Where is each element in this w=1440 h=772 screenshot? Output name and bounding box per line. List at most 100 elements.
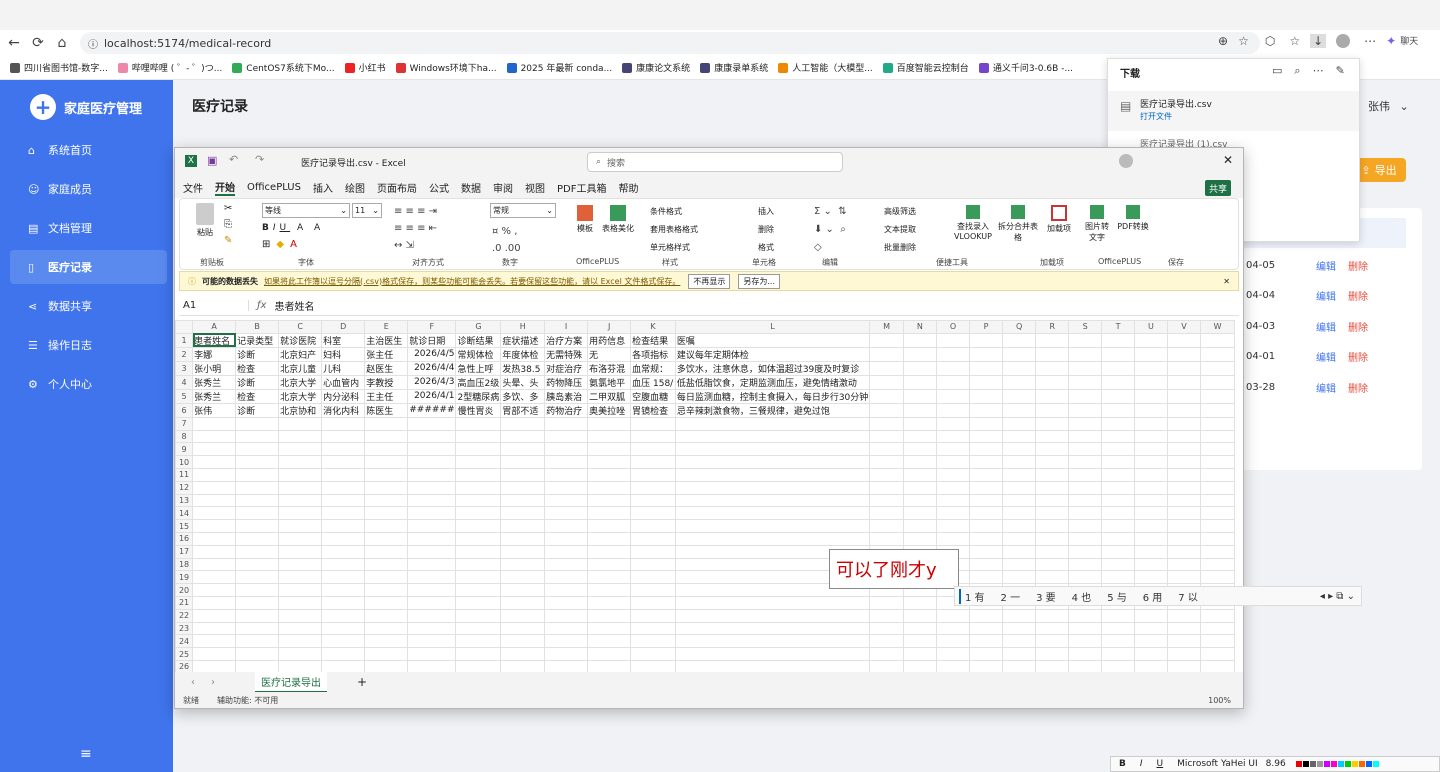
ime-candidate[interactable]: 3 要 (1036, 589, 1056, 604)
cell[interactable] (455, 544, 502, 559)
cell[interactable]: 检查结果 (630, 332, 676, 348)
cell-style-button[interactable]: 单元格样式 (650, 239, 698, 257)
cell[interactable] (455, 531, 502, 546)
cell[interactable] (1200, 621, 1235, 636)
cell[interactable] (1035, 467, 1070, 482)
cell[interactable] (1001, 544, 1037, 559)
cell[interactable] (1001, 455, 1037, 469)
cell[interactable] (1167, 442, 1202, 457)
row-header[interactable]: 20 (175, 583, 194, 597)
cell[interactable]: 北京协和 (278, 402, 323, 418)
ribbon-tab[interactable]: 页面布局 (377, 180, 417, 195)
cell[interactable] (935, 659, 971, 672)
cell[interactable] (630, 647, 676, 661)
cell[interactable] (1101, 360, 1135, 376)
ime-candidate[interactable]: 1 有 (959, 588, 985, 604)
cell[interactable] (235, 506, 280, 521)
cell[interactable]: 张小明 (192, 360, 237, 376)
cell[interactable] (1001, 531, 1037, 546)
column-header[interactable]: M (869, 320, 904, 334)
cell[interactable] (500, 557, 546, 572)
cell[interactable] (1068, 647, 1103, 661)
download-icon[interactable]: ↓ (1310, 34, 1327, 48)
cell[interactable] (935, 519, 971, 533)
cell[interactable] (630, 429, 676, 444)
cell[interactable] (455, 480, 502, 495)
cell[interactable] (544, 659, 589, 672)
cell[interactable] (1068, 659, 1103, 672)
cell[interactable] (407, 557, 457, 572)
cell[interactable] (630, 557, 676, 572)
cell[interactable] (364, 467, 409, 482)
sidebar-item[interactable]: ⌂ 系统首页 (10, 133, 167, 167)
cell[interactable] (969, 570, 1003, 585)
undo-icon[interactable]: ↶ (229, 153, 238, 166)
cell[interactable] (1167, 429, 1202, 444)
cell[interactable] (544, 634, 589, 649)
cell[interactable] (407, 595, 457, 610)
cell[interactable] (869, 402, 904, 418)
cell[interactable] (1068, 416, 1103, 431)
cell[interactable] (278, 442, 323, 457)
ime-candidate[interactable]: 5 与 (1107, 589, 1127, 604)
align-icons[interactable]: ≡ ≡ ≡ ⇥ ≡ ≡ ≡ ⇤ ↔ ⇲ (394, 203, 437, 254)
cell[interactable] (902, 621, 937, 636)
cell[interactable]: 每日监测血糖，控制主食摄入，每日步行30分钟 (674, 388, 871, 404)
cell[interactable]: 诊断结果 (455, 332, 502, 348)
cell[interactable] (1001, 442, 1037, 457)
cell[interactable] (1035, 388, 1070, 404)
cell[interactable]: 氨氯地平 (587, 374, 632, 390)
collections-icon[interactable]: ☆ (1289, 34, 1300, 48)
cell[interactable] (1101, 480, 1135, 495)
cell[interactable] (235, 608, 280, 623)
cell[interactable] (1068, 531, 1103, 546)
color-palette[interactable] (1295, 761, 1396, 767)
cell[interactable] (321, 570, 366, 585)
cell[interactable] (321, 506, 366, 521)
sheet-tab[interactable]: 医疗记录导出 (255, 671, 327, 693)
font-select[interactable]: Microsoft YaHei UI (1177, 759, 1258, 769)
cell[interactable] (1068, 455, 1103, 469)
cell[interactable] (364, 608, 409, 623)
cell[interactable] (969, 493, 1003, 508)
cell[interactable] (192, 455, 237, 469)
cell[interactable]: 记录类型 (235, 332, 280, 348)
bookmark-item[interactable]: 百度智能云控制台 (882, 61, 969, 74)
cell[interactable] (1101, 519, 1135, 533)
ime-nav-icons[interactable]: ◂ ▸ ⧉ ⌄ (1320, 591, 1355, 602)
cell[interactable] (969, 557, 1003, 572)
format-cells-button[interactable]: 格式 (758, 239, 774, 257)
column-header[interactable]: V (1167, 320, 1202, 334)
cell[interactable] (1167, 374, 1202, 390)
cell[interactable]: 多饮水，注意休息，如体温超过39度及时复诊 (674, 360, 871, 376)
cell[interactable] (1068, 467, 1103, 482)
cell[interactable] (1133, 531, 1169, 546)
cell[interactable] (1001, 360, 1037, 376)
cell[interactable]: 北京儿童 (278, 360, 323, 376)
column-header[interactable]: S (1068, 320, 1103, 334)
cell[interactable] (1200, 480, 1235, 495)
cell[interactable]: 患者姓名 (192, 332, 237, 348)
cell[interactable] (321, 544, 366, 559)
cell[interactable] (630, 467, 676, 482)
row-header[interactable]: 26 (175, 659, 194, 672)
cell[interactable] (455, 442, 502, 457)
copy-icon[interactable]: ⎘ (224, 219, 232, 230)
cell[interactable] (192, 570, 237, 585)
cell[interactable] (278, 429, 323, 444)
cell[interactable]: 赵医生 (364, 360, 409, 376)
cell[interactable] (1068, 346, 1103, 362)
save-icon[interactable]: ▣ (207, 154, 217, 167)
cell[interactable] (1133, 480, 1169, 495)
ribbon-tab[interactable]: 开始 (215, 179, 235, 196)
cell[interactable]: 科室 (321, 332, 366, 348)
cell[interactable] (1133, 402, 1169, 418)
cell[interactable]: 慢性胃炎 (455, 402, 502, 418)
row-header[interactable]: 7 (175, 416, 194, 431)
cell[interactable] (1068, 360, 1103, 376)
cell[interactable]: 年度体检 (500, 346, 546, 362)
cell[interactable] (544, 544, 589, 559)
cell[interactable] (364, 519, 409, 533)
cell[interactable] (321, 519, 366, 533)
cell[interactable] (1101, 659, 1135, 672)
